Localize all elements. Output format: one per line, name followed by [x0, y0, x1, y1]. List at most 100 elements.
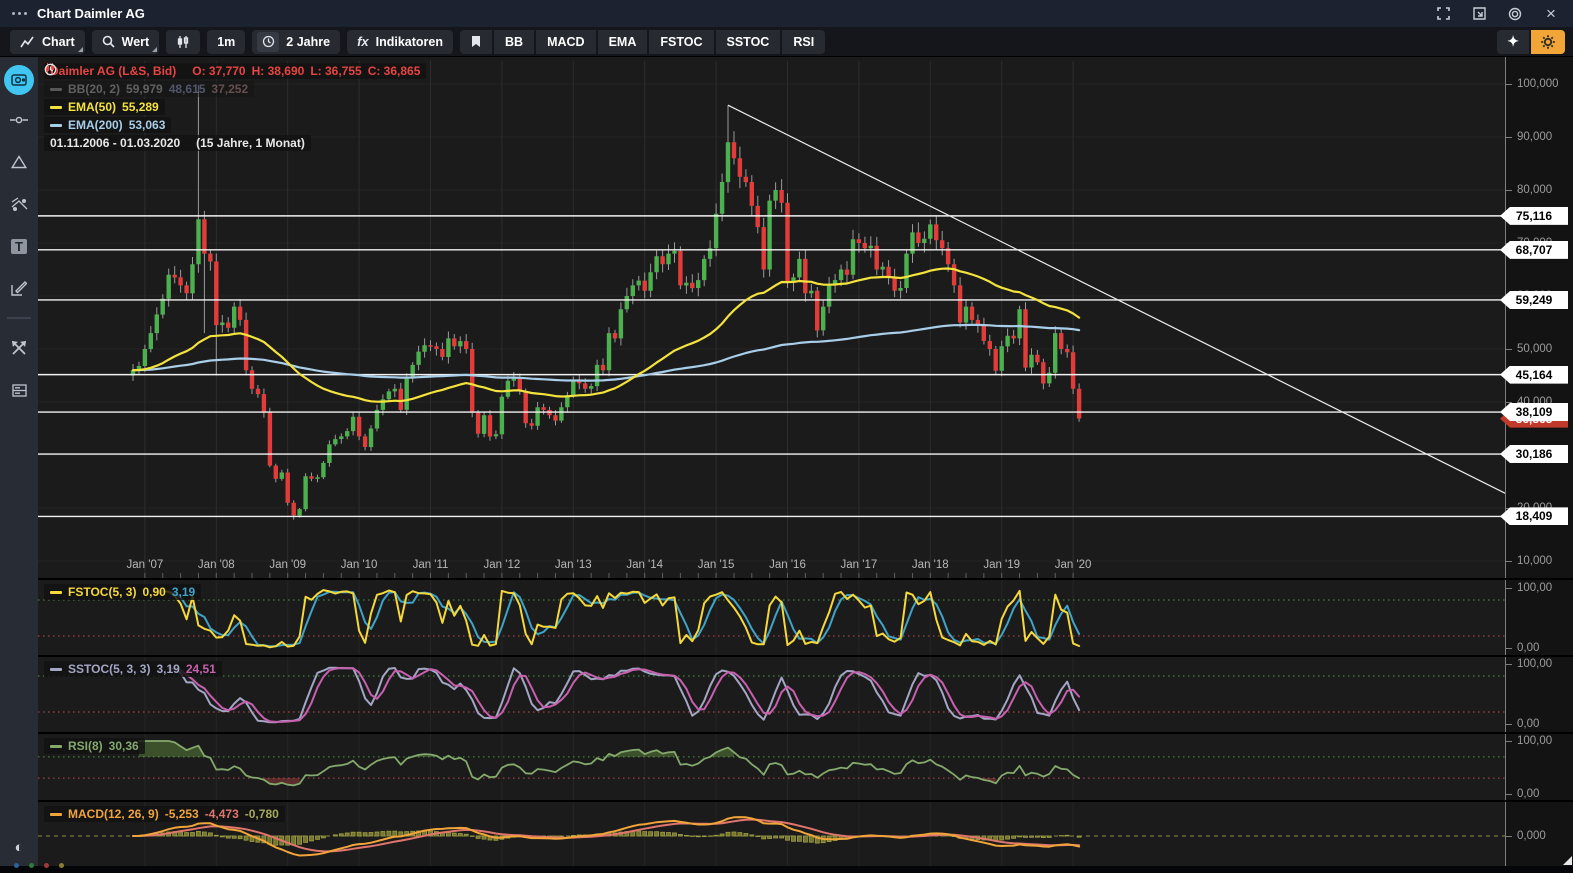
fullscreen-icon[interactable] — [1435, 6, 1451, 22]
rsi-panel[interactable]: RSI(8) 30,36 — [38, 734, 1505, 800]
fx-icon: fx — [357, 34, 369, 49]
ema50-dash-icon — [50, 106, 62, 109]
quick-indicator-macd[interactable]: MACD — [536, 30, 596, 54]
ohlc-open: O: 37,770 — [192, 64, 245, 78]
popout-icon[interactable] — [1471, 6, 1487, 22]
sidebar-divider — [7, 317, 31, 319]
theme-toggle[interactable]: ◐ — [0, 834, 38, 860]
panel-separator[interactable] — [38, 732, 1573, 734]
toolbar: Chart Wert 1m 2 Jahre fx Indikatoren BB … — [0, 27, 1573, 57]
axis-tick-label: 100,00 — [1506, 657, 1573, 671]
chart-type-button[interactable]: Chart — [10, 30, 85, 54]
date-range: 01.11.2006 - 01.03.2020 — [50, 136, 180, 150]
palette-dots — [14, 863, 64, 868]
main-price-chart[interactable]: Jan '07Jan '08Jan '09Jan '10Jan '11Jan '… — [38, 57, 1505, 578]
panel-separator[interactable] — [38, 578, 1573, 580]
bb-label: BB(20, 2) — [68, 82, 120, 96]
period-button[interactable]: 2 Jahre — [252, 30, 340, 54]
date-range-row[interactable]: 01.11.2006 - 01.03.2020 (15 Jahre, 1 Mon… — [44, 135, 311, 151]
text-tool-icon: T — [11, 239, 27, 254]
bookmark-icon — [471, 35, 481, 48]
date-duration: (15 Jahre, 1 Monat) — [196, 136, 305, 150]
shapes-tool[interactable] — [0, 145, 38, 179]
ema200-label: EMA(200) — [68, 118, 123, 132]
main-chart-legend: Daimler AG (L&S, Bid) O: 37,770 H: 38,69… — [44, 63, 426, 153]
macd-label: MACD(12, 26, 9) — [68, 807, 159, 821]
axis-tick-label: 0,00 — [1506, 717, 1573, 731]
fstoc-panel[interactable]: FSTOC(5, 3) 0,90 3,19 — [38, 580, 1505, 655]
axis-tick-label: 90,000 — [1506, 130, 1573, 144]
quick-indicator-bb[interactable]: BB — [494, 30, 534, 54]
macd-panel[interactable]: MACD(12, 26, 9) -5,253 -4,473 -0,780 — [38, 802, 1505, 866]
clock-icon — [44, 63, 57, 76]
instrument-search-button[interactable]: Wert — [92, 30, 160, 54]
candlestick-icon — [176, 35, 190, 49]
price-line-tag: 68,707 — [1500, 241, 1568, 259]
sstoc-panel[interactable]: SSTOC(5, 3, 3) 3,19 24,51 — [38, 657, 1505, 732]
titlebar: Chart Daimler AG × — [0, 0, 1573, 27]
rsi-canvas[interactable] — [38, 734, 1505, 800]
sstoc-dash-icon — [50, 668, 62, 671]
settings-button[interactable] — [1531, 30, 1565, 54]
ema200-legend-row[interactable]: EMA(200)53,063 — [44, 117, 171, 133]
axis-tick-label: 100,00 — [1506, 581, 1573, 595]
quick-indicator-rsi[interactable]: RSI — [782, 30, 825, 54]
price-line-tag: 75,116 — [1500, 207, 1568, 225]
fstoc-legend[interactable]: FSTOC(5, 3) 0,90 3,19 — [44, 584, 201, 602]
quick-indicator-fstoc[interactable]: FSTOC — [649, 30, 713, 54]
instrument-legend-row[interactable]: Daimler AG (L&S, Bid) O: 37,770 H: 38,69… — [44, 63, 426, 79]
rsi-dash-icon — [50, 745, 62, 748]
window-menu-icon[interactable] — [12, 12, 27, 15]
ema50-label: EMA(50) — [68, 100, 116, 114]
ohlc-close: C: 36,865 — [368, 64, 421, 78]
axis-tick-label: 100,00 — [1506, 734, 1573, 748]
sstoc-legend[interactable]: SSTOC(5, 3, 3) 3,19 24,51 — [44, 661, 222, 679]
panel-separator[interactable] — [38, 800, 1573, 802]
interval-button[interactable]: 1m — [207, 30, 245, 54]
record-icon[interactable] — [1507, 6, 1523, 22]
instrument-name: Daimler AG (L&S, Bid) — [50, 64, 176, 78]
annotation-tool[interactable] — [0, 271, 38, 305]
sparkle-icon: ✦ — [1507, 33, 1519, 50]
clock-icon — [257, 32, 279, 52]
macd-legend[interactable]: MACD(12, 26, 9) -5,253 -4,473 -0,780 — [44, 806, 285, 824]
quick-indicator-ema[interactable]: EMA — [598, 30, 648, 54]
fstoc-dash-icon — [50, 591, 62, 594]
resize-handle[interactable] — [1563, 856, 1572, 865]
chart-style-button[interactable] — [166, 30, 200, 54]
close-icon[interactable]: × — [1543, 6, 1559, 22]
ema200-dash-icon — [50, 124, 62, 127]
layout-tool[interactable] — [0, 373, 38, 407]
quick-indicator-group: BB MACD EMA FSTOC SSTOC RSI — [460, 30, 825, 54]
indicators-button[interactable]: fx Indikatoren — [347, 30, 453, 54]
crosshair-tool-active[interactable] — [4, 65, 34, 95]
magic-sparkle-button[interactable]: ✦ — [1497, 30, 1529, 54]
tools-settings-tool[interactable] — [0, 331, 38, 365]
fstoc-label: FSTOC(5, 3) — [68, 585, 136, 599]
axis-tick-label: 50,000 — [1506, 342, 1573, 356]
fstoc-canvas[interactable] — [38, 580, 1505, 655]
search-icon — [102, 35, 115, 48]
axis-tick-label: 100,000 — [1506, 77, 1573, 91]
measure-tool[interactable] — [0, 103, 38, 137]
bb-legend-row[interactable]: BB(20, 2) 59,97948,61537,252 — [44, 81, 254, 97]
panel-separator[interactable] — [38, 655, 1573, 657]
ema50-legend-row[interactable]: EMA(50)55,289 — [44, 99, 165, 115]
sstoc-canvas[interactable] — [38, 657, 1505, 732]
bookmark-button[interactable] — [460, 30, 492, 54]
quick-indicator-sstoc[interactable]: SSTOC — [716, 30, 781, 54]
rsi-legend[interactable]: RSI(8) 30,36 — [44, 738, 145, 756]
text-tool[interactable]: T — [0, 229, 38, 263]
sstoc-label: SSTOC(5, 3, 3) — [68, 662, 150, 676]
axis-tick-label: 0,00 — [1506, 787, 1573, 801]
price-axis[interactable]: 10,00020,00030,00040,00050,00060,00070,0… — [1505, 57, 1573, 866]
price-line-tag: 59,249 — [1500, 291, 1568, 309]
axis-tick-label: 0,000 — [1506, 829, 1573, 843]
gear-icon — [1540, 34, 1556, 50]
drawing-toolbar: T ◐ — [0, 57, 38, 866]
axis-tick-label: 10,000 — [1506, 554, 1573, 568]
price-line-tag: 45,164 — [1500, 366, 1568, 384]
pattern-lines-tool[interactable] — [0, 187, 38, 221]
window-title: Chart Daimler AG — [37, 6, 145, 21]
price-line-tag: 18,409 — [1500, 507, 1568, 525]
